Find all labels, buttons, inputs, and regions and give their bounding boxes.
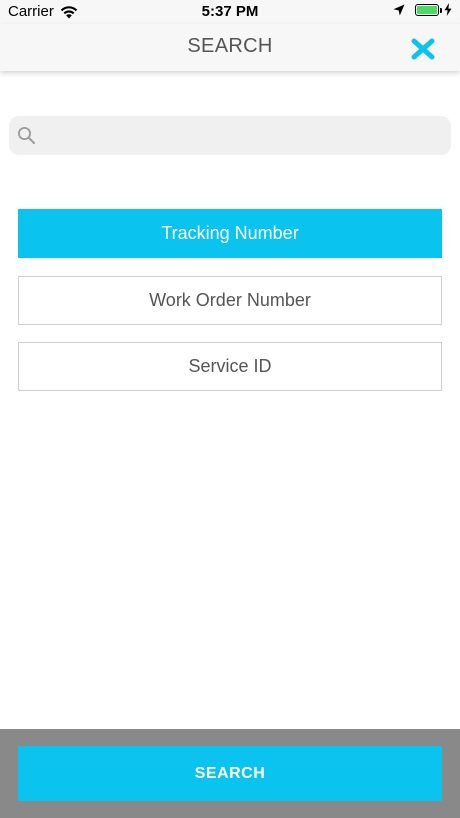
close-button[interactable] xyxy=(410,36,436,60)
close-x-icon xyxy=(411,38,435,60)
option-work-order-number[interactable]: Work Order Number xyxy=(18,276,442,325)
search-button[interactable]: SEARCH xyxy=(18,746,442,801)
search-screen: Carrier 5:37 PM SEARCH Tracking Number W… xyxy=(0,0,460,818)
status-time: 5:37 PM xyxy=(201,3,259,20)
option-tracking-number[interactable]: Tracking Number xyxy=(18,209,442,258)
page-title: SEARCH xyxy=(187,35,273,57)
battery-level xyxy=(417,5,437,14)
search-bar[interactable] xyxy=(9,116,451,157)
nav-bar: SEARCH xyxy=(0,24,460,71)
search-icon xyxy=(18,127,35,144)
charging-bolt-icon xyxy=(444,3,452,16)
status-bar: Carrier 5:37 PM xyxy=(0,0,460,24)
battery-icon xyxy=(415,3,442,16)
status-right xyxy=(393,3,452,16)
search-input[interactable] xyxy=(43,116,447,157)
location-arrow-icon xyxy=(393,4,405,15)
option-service-id[interactable]: Service ID xyxy=(18,342,442,391)
bottom-bar: SEARCH xyxy=(0,729,460,818)
